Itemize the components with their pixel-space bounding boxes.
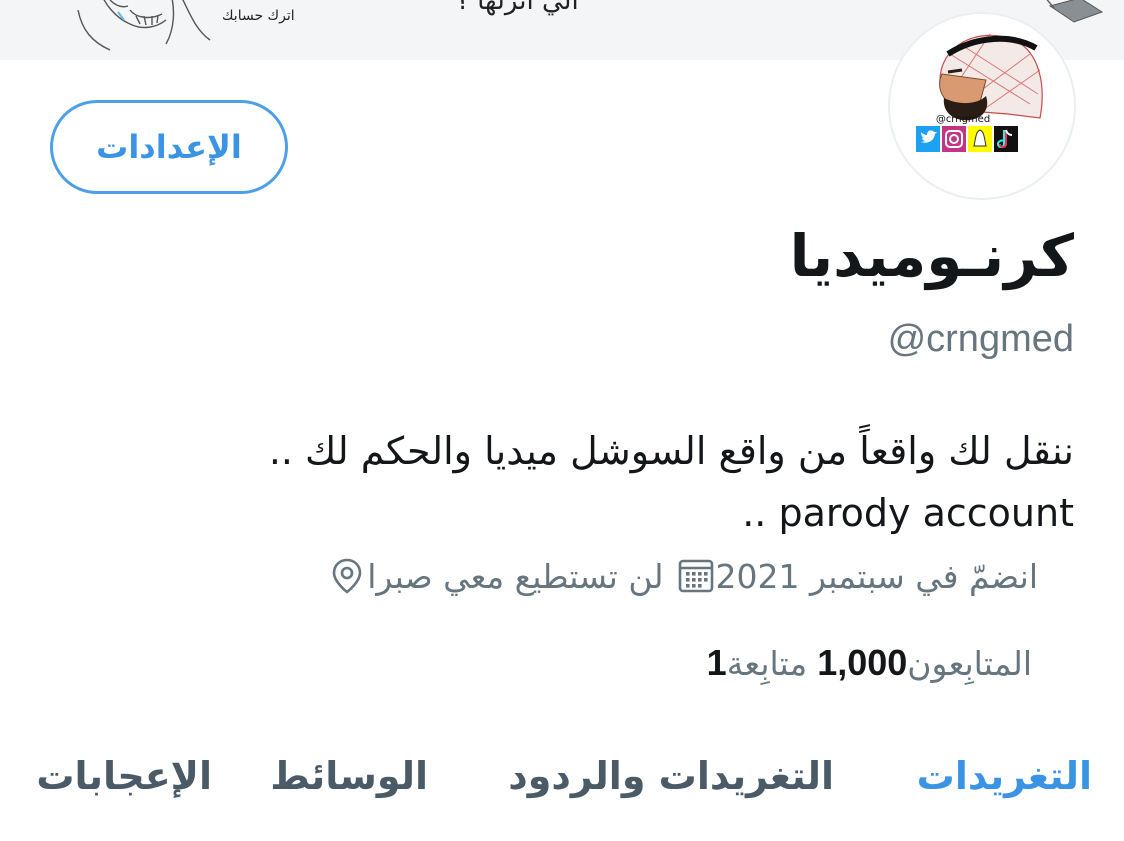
followers-label: المتابِعون <box>907 644 1032 683</box>
banner-caption-small: اترك حسابك <box>222 8 295 24</box>
meme-sketch-image <box>77 0 211 51</box>
profile-location: لن تستطيع معي صبرا <box>317 556 664 596</box>
following-count: 1 <box>706 642 727 683</box>
bio-line-1: ننقل لك واقعاً من واقع السوشل ميديا والح… <box>268 429 1074 473</box>
followers-stat[interactable]: 1,000 المتابِعون <box>817 642 1042 684</box>
bio-line-2: parody account .. <box>742 491 1074 535</box>
profile-tabs: التغريدات التغريدات والردود الوسائط الإع… <box>0 740 1124 830</box>
tab-tweets[interactable]: التغريدات <box>917 754 1092 798</box>
profile-bio: ننقل لك واقعاً من واقع السوشل ميديا والح… <box>174 420 1074 544</box>
avatar-illustration <box>916 33 1043 152</box>
profile-avatar[interactable]: @crngmed <box>888 12 1076 200</box>
following-stat[interactable]: 1 متابِعة <box>707 642 818 684</box>
tab-media[interactable]: الوسائط <box>270 754 428 798</box>
profile-stats-row: 1 متابِعة 1,000 المتابِعون <box>707 642 1076 684</box>
banner-caption-large: الي انزلها ؟ <box>455 0 579 16</box>
tab-tweets-and-replies[interactable]: التغريدات والردود <box>508 754 834 798</box>
joined-text: انضمّ في سبتمبر 2021 <box>715 556 1038 596</box>
tab-likes[interactable]: الإعجابات <box>36 754 212 798</box>
profile-joined-date: انضمّ في سبتمبر 2021 <box>664 556 1038 596</box>
settings-button[interactable]: الإعدادات <box>50 100 288 194</box>
following-label: متابِعة <box>726 644 808 683</box>
profile-meta-row: لن تستطيع معي صبرا انضمّ في سبتمبر 2021 <box>317 556 1072 596</box>
location-pin-icon <box>332 558 362 594</box>
calendar-icon <box>678 559 713 593</box>
profile-page: اترك حسابك الي انزلها ؟ @crngmed الإعداد… <box>0 0 1124 841</box>
avatar-handle-text: @crngmed <box>935 114 991 125</box>
profile-display-name: كرنـوميديا <box>789 222 1074 290</box>
followers-count: 1,000 <box>817 642 908 683</box>
profile-handle: @crngmed <box>887 318 1074 360</box>
location-text: لن تستطيع معي صبرا <box>367 556 664 596</box>
